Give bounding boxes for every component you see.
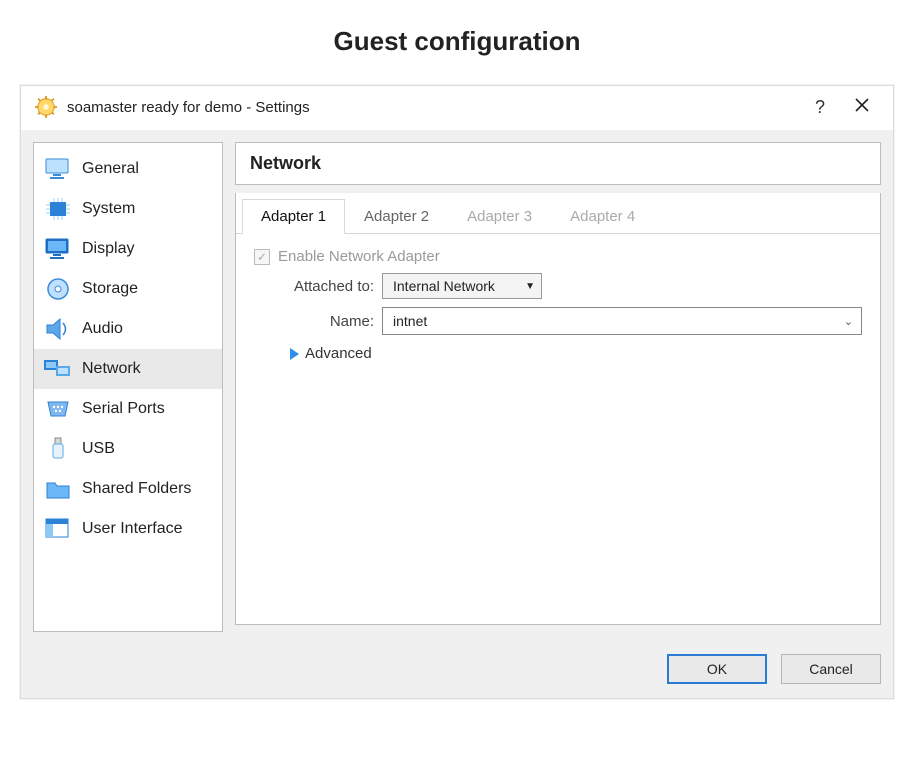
sidebar-item-label: Display [82, 240, 134, 258]
sidebar-item-label: Serial Ports [82, 400, 165, 418]
network-icon [44, 357, 72, 381]
chip-icon [44, 197, 72, 221]
chevron-down-icon: ⌄ [844, 315, 853, 328]
serial-port-icon [44, 397, 72, 421]
enable-adapter-checkbox[interactable]: ✓ [254, 249, 270, 265]
triangle-right-icon [290, 348, 299, 360]
gear-icon [35, 96, 57, 118]
sidebar-item-label: General [82, 160, 139, 178]
sidebar-item-network[interactable]: Network [34, 349, 222, 389]
sidebar-item-label: Storage [82, 280, 138, 298]
tab-adapter-1[interactable]: Adapter 1 [242, 199, 345, 234]
sidebar-item-user-interface[interactable]: User Interface [34, 509, 222, 549]
advanced-label: Advanced [305, 345, 372, 362]
sidebar-item-label: Audio [82, 320, 123, 338]
tab-adapter-2[interactable]: Adapter 2 [345, 199, 448, 233]
sidebar-item-storage[interactable]: Storage [34, 269, 222, 309]
sidebar-item-general[interactable]: General [34, 149, 222, 189]
monitor-icon [44, 157, 72, 181]
name-value: intnet [393, 313, 427, 329]
folder-icon [44, 477, 72, 501]
sidebar-item-shared-folders[interactable]: Shared Folders [34, 469, 222, 509]
help-button[interactable]: ? [803, 97, 837, 118]
layout-icon [44, 517, 72, 541]
main-panel: Network Adapter 1 Adapter 2 Adapter 3 Ad… [235, 142, 881, 632]
window-title: soamaster ready for demo - Settings [67, 99, 803, 116]
settings-sidebar: General System Display Storage Audio Net… [33, 142, 223, 632]
sidebar-item-label: User Interface [82, 520, 182, 538]
sidebar-item-system[interactable]: System [34, 189, 222, 229]
sidebar-item-usb[interactable]: USB [34, 429, 222, 469]
disk-icon [44, 277, 72, 301]
usb-icon [44, 437, 72, 461]
sidebar-item-serial-ports[interactable]: Serial Ports [34, 389, 222, 429]
attached-to-dropdown[interactable]: Internal Network ▼ [382, 273, 542, 299]
titlebar: soamaster ready for demo - Settings ? [21, 86, 893, 130]
enable-adapter-label: Enable Network Adapter [278, 248, 440, 265]
dialog-footer: OK Cancel [21, 644, 893, 698]
tab-adapter-3: Adapter 3 [448, 199, 551, 233]
sidebar-item-label: USB [82, 440, 115, 458]
name-combobox[interactable]: intnet ⌄ [382, 307, 862, 335]
sidebar-item-display[interactable]: Display [34, 229, 222, 269]
sidebar-item-label: System [82, 200, 135, 218]
name-label: Name: [254, 313, 374, 330]
attached-to-value: Internal Network [393, 278, 495, 294]
sidebar-item-audio[interactable]: Audio [34, 309, 222, 349]
ok-button[interactable]: OK [667, 654, 767, 684]
adapter-form: ✓ Enable Network Adapter Attached to: In… [236, 234, 880, 376]
chevron-down-icon: ▼ [525, 281, 535, 292]
tab-adapter-4: Adapter 4 [551, 199, 654, 233]
advanced-toggle[interactable]: Advanced [290, 345, 862, 362]
speaker-icon [44, 317, 72, 341]
adapter-tabs: Adapter 1 Adapter 2 Adapter 3 Adapter 4 [236, 193, 880, 234]
panel-heading: Network [235, 142, 881, 185]
sidebar-item-label: Shared Folders [82, 480, 191, 498]
cancel-button[interactable]: Cancel [781, 654, 881, 684]
settings-dialog: soamaster ready for demo - Settings ? Ge… [20, 85, 894, 699]
page-title: Guest configuration [20, 26, 894, 57]
display-icon [44, 237, 72, 261]
close-button[interactable] [845, 97, 879, 118]
attached-to-label: Attached to: [254, 278, 374, 295]
sidebar-item-label: Network [82, 360, 141, 378]
